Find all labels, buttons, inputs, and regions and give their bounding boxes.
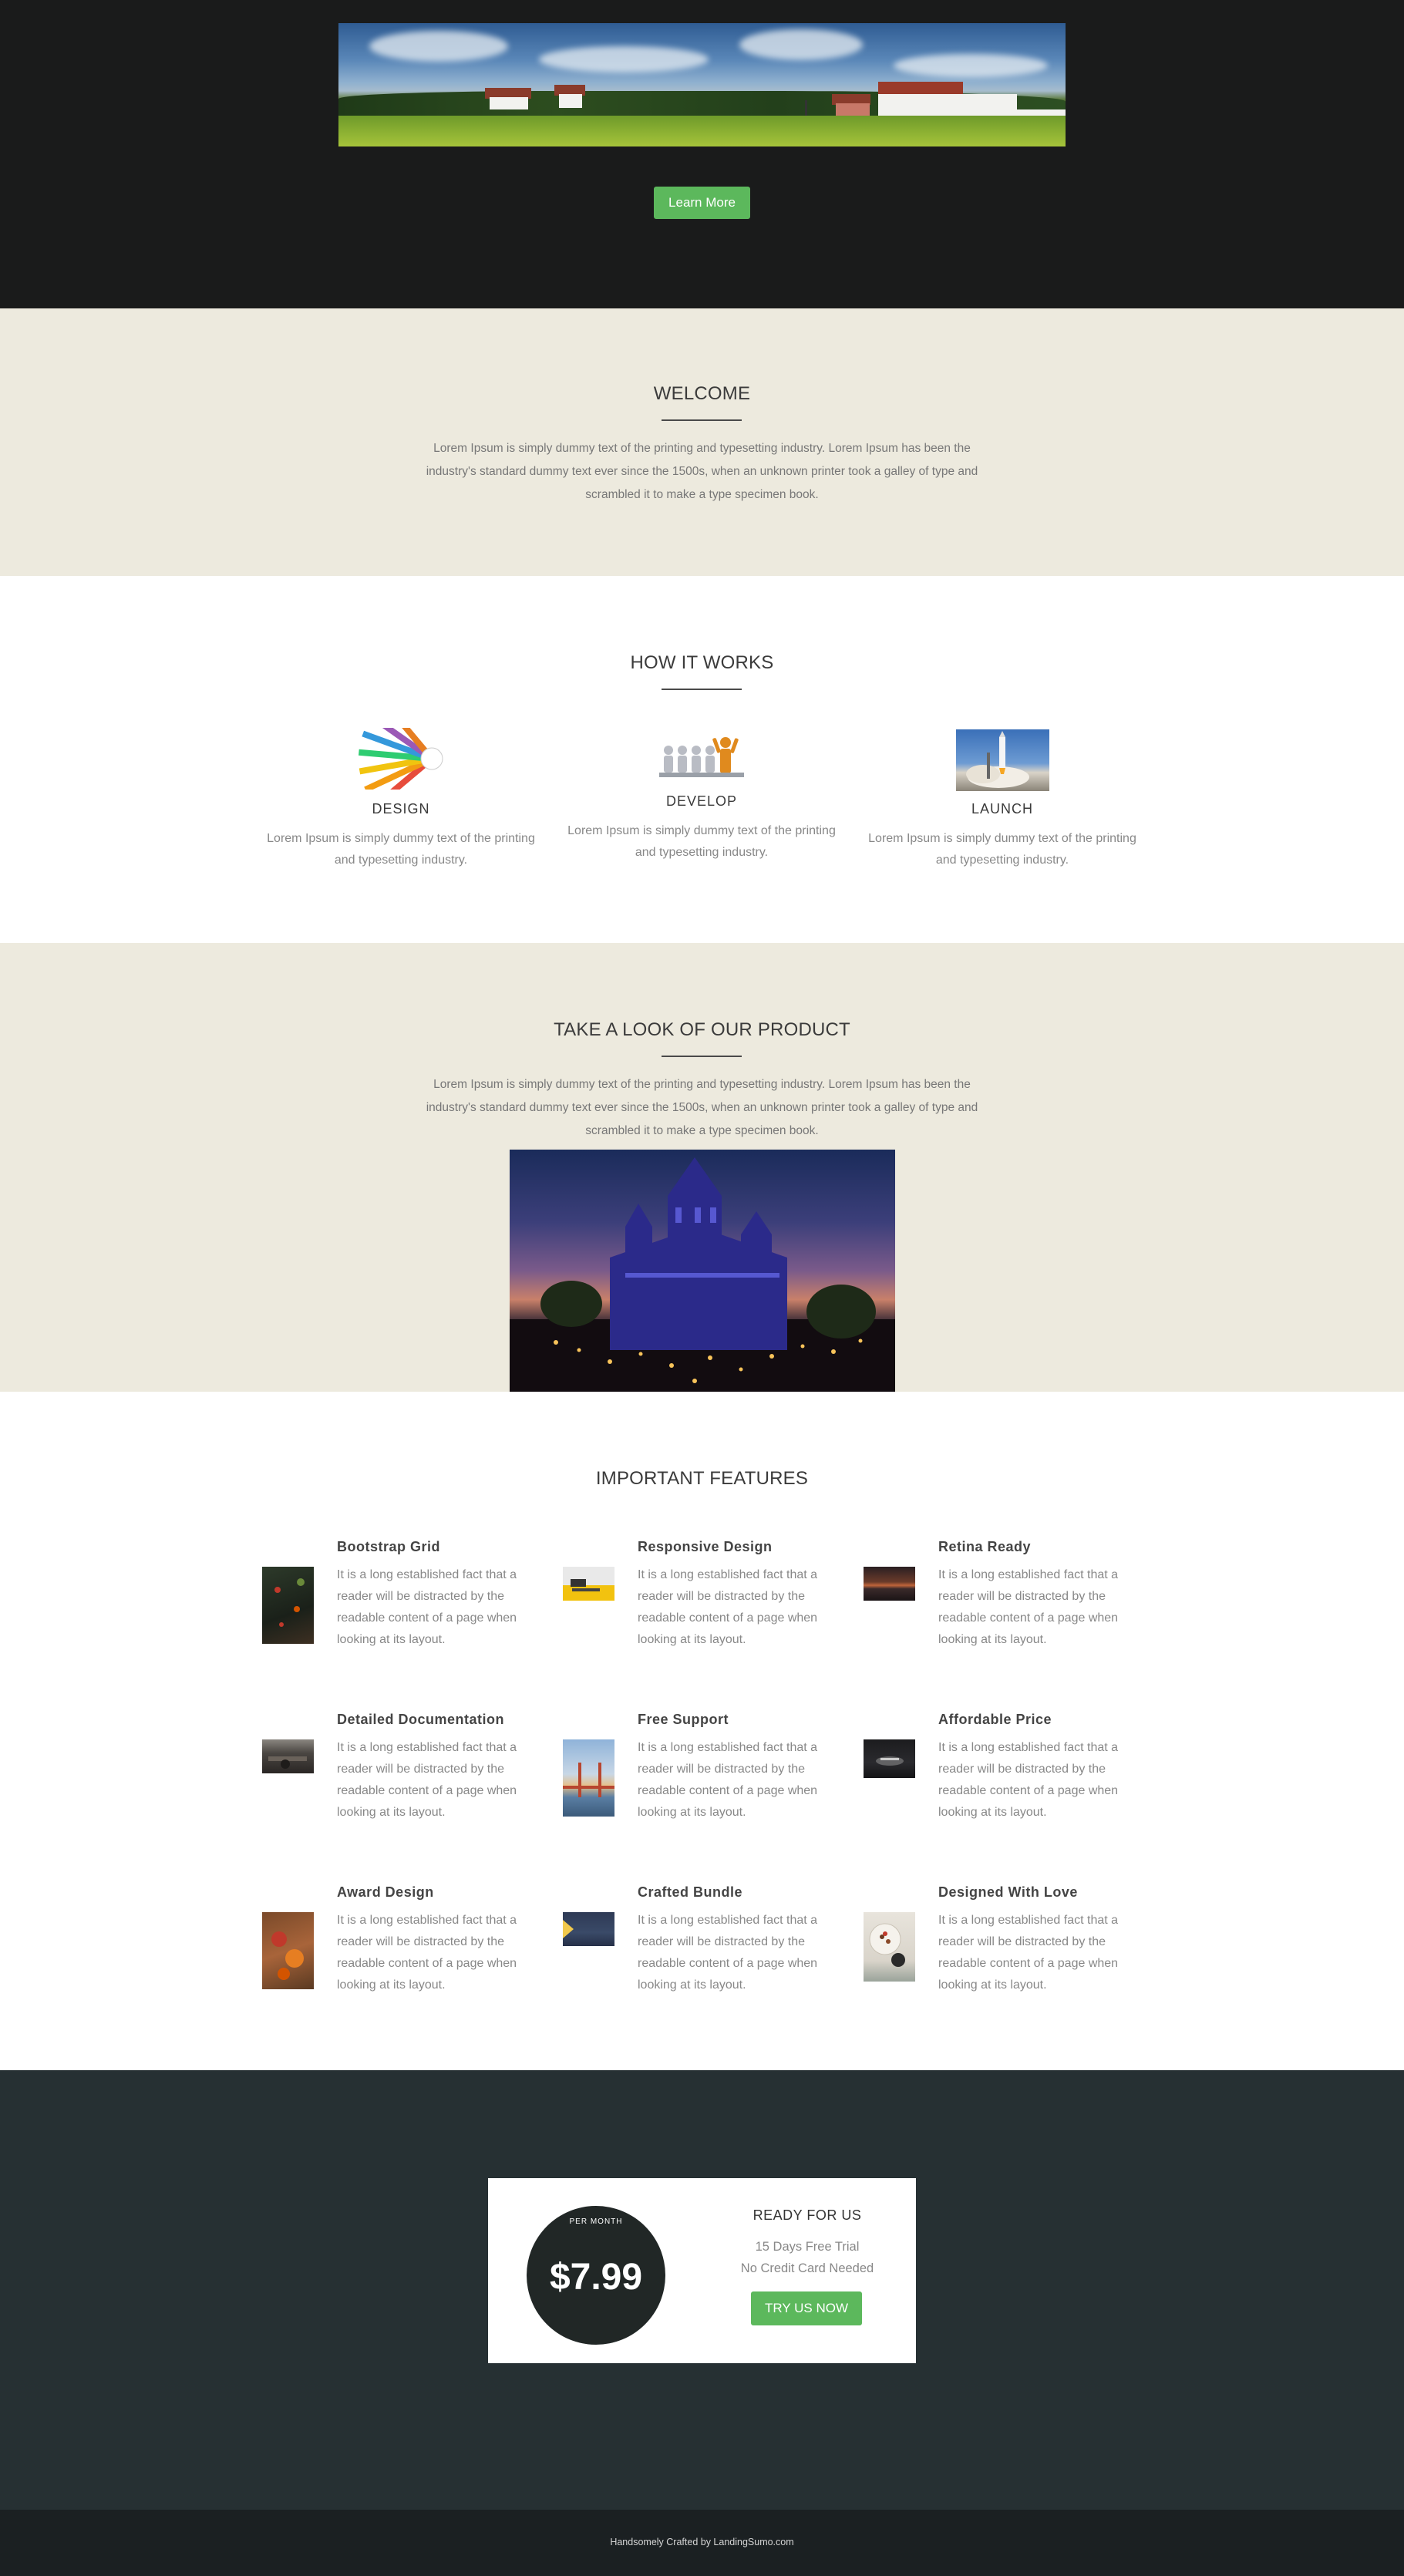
product-image bbox=[510, 1150, 895, 1392]
pricing-heading: READY FOR US bbox=[753, 2207, 862, 2223]
welcome-title: WELCOME bbox=[653, 383, 751, 404]
hero-banner-image bbox=[338, 23, 1066, 146]
feature-text: It is a long established fact that a rea… bbox=[337, 1914, 517, 1992]
feature-thumbnail bbox=[864, 1912, 915, 1982]
feature-award-design: Award Design It is a long established fa… bbox=[262, 1884, 563, 2039]
feature-text: It is a long established fact that a rea… bbox=[638, 1568, 818, 1646]
feature-title: Responsive Design bbox=[638, 1539, 773, 1554]
feature-text: It is a long established fact that a rea… bbox=[938, 1568, 1119, 1646]
feature-retina-ready: Retina Ready It is a long established fa… bbox=[864, 1539, 1164, 1693]
feature-crafted-bundle: Crafted Bundle It is a long established … bbox=[563, 1884, 864, 2039]
feature-bootstrap-grid: Bootstrap Grid It is a long established … bbox=[262, 1539, 563, 1693]
welcome-text: Lorem Ipsum is simply dummy text of the … bbox=[426, 442, 978, 501]
feature-thumbnail bbox=[563, 1912, 614, 1946]
no-credit-card-text: No Credit Card Needed bbox=[740, 2261, 874, 2275]
feature-text: It is a long established fact that a rea… bbox=[638, 1741, 818, 1819]
features-title: IMPORTANT FEATURES bbox=[595, 1468, 809, 1489]
feature-title: Detailed Documentation bbox=[337, 1712, 505, 1727]
step-design: DESIGN Lorem Ipsum is simply dummy text … bbox=[262, 728, 540, 882]
feature-thumbnail bbox=[262, 1739, 314, 1773]
step-title: LAUNCH bbox=[971, 801, 1033, 817]
feature-thumbnail bbox=[563, 1739, 614, 1817]
feature-text: It is a long established fact that a rea… bbox=[337, 1568, 517, 1646]
step-title: DESIGN bbox=[372, 801, 430, 817]
product-text: Lorem Ipsum is simply dummy text of the … bbox=[426, 1078, 978, 1137]
welcome-divider bbox=[662, 419, 742, 421]
how-it-works-title: HOW IT WORKS bbox=[630, 652, 774, 673]
feature-thumbnail bbox=[563, 1567, 614, 1601]
feature-thumbnail bbox=[864, 1739, 915, 1778]
feature-text: It is a long established fact that a rea… bbox=[337, 1741, 517, 1819]
price-value: $7.99 bbox=[549, 2257, 643, 2298]
feature-thumbnail bbox=[262, 1912, 314, 1989]
learn-more-button[interactable]: Learn More bbox=[654, 187, 750, 219]
feature-title: Retina Ready bbox=[938, 1539, 1032, 1554]
step-description: Lorem Ipsum is simply dummy text of the … bbox=[868, 832, 1136, 867]
rocket-launch-icon bbox=[956, 729, 1049, 791]
feature-text: It is a long established fact that a rea… bbox=[638, 1914, 818, 1992]
footer-credit-link[interactable]: Handsomely Crafted by LandingSumo.com bbox=[0, 2537, 1404, 2547]
feature-title: Bootstrap Grid bbox=[337, 1539, 441, 1554]
feature-title: Crafted Bundle bbox=[638, 1884, 743, 1900]
feature-title: Designed With Love bbox=[938, 1884, 1078, 1900]
feature-detailed-documentation: Detailed Documentation It is a long esta… bbox=[262, 1712, 563, 1866]
colored-pencils-icon bbox=[355, 728, 447, 790]
per-month-label: PER MONTH bbox=[569, 2217, 623, 2226]
product-title: TAKE A LOOK OF OUR PRODUCT bbox=[554, 1019, 850, 1040]
feature-text: It is a long established fact that a rea… bbox=[938, 1914, 1119, 1992]
figures-podium-icon bbox=[659, 732, 744, 778]
feature-thumbnail bbox=[262, 1567, 314, 1644]
feature-title: Award Design bbox=[337, 1884, 434, 1900]
step-description: Lorem Ipsum is simply dummy text of the … bbox=[267, 832, 535, 867]
step-title: DEVELOP bbox=[665, 793, 738, 809]
feature-free-support: Free Support It is a long established fa… bbox=[563, 1712, 864, 1866]
feature-thumbnail bbox=[864, 1567, 915, 1601]
step-description: Lorem Ipsum is simply dummy text of the … bbox=[567, 824, 836, 859]
step-launch: LAUNCH Lorem Ipsum is simply dummy text … bbox=[864, 728, 1141, 882]
feature-designed-with-love: Designed With Love It is a long establis… bbox=[864, 1884, 1164, 2039]
how-it-works-divider bbox=[662, 689, 742, 690]
feature-title: Free Support bbox=[638, 1712, 729, 1727]
product-divider bbox=[662, 1056, 742, 1057]
step-develop: DEVELOP Lorem Ipsum is simply dummy text… bbox=[563, 728, 840, 882]
feature-affordable-price: Affordable Price It is a long establishe… bbox=[864, 1712, 1164, 1866]
feature-text: It is a long established fact that a rea… bbox=[938, 1741, 1119, 1819]
feature-title: Affordable Price bbox=[938, 1712, 1052, 1727]
try-us-now-button[interactable]: TRY US NOW bbox=[751, 2291, 862, 2325]
free-trial-text: 15 Days Free Trial bbox=[755, 2240, 860, 2254]
feature-responsive-design: Responsive Design It is a long establish… bbox=[563, 1539, 864, 1693]
